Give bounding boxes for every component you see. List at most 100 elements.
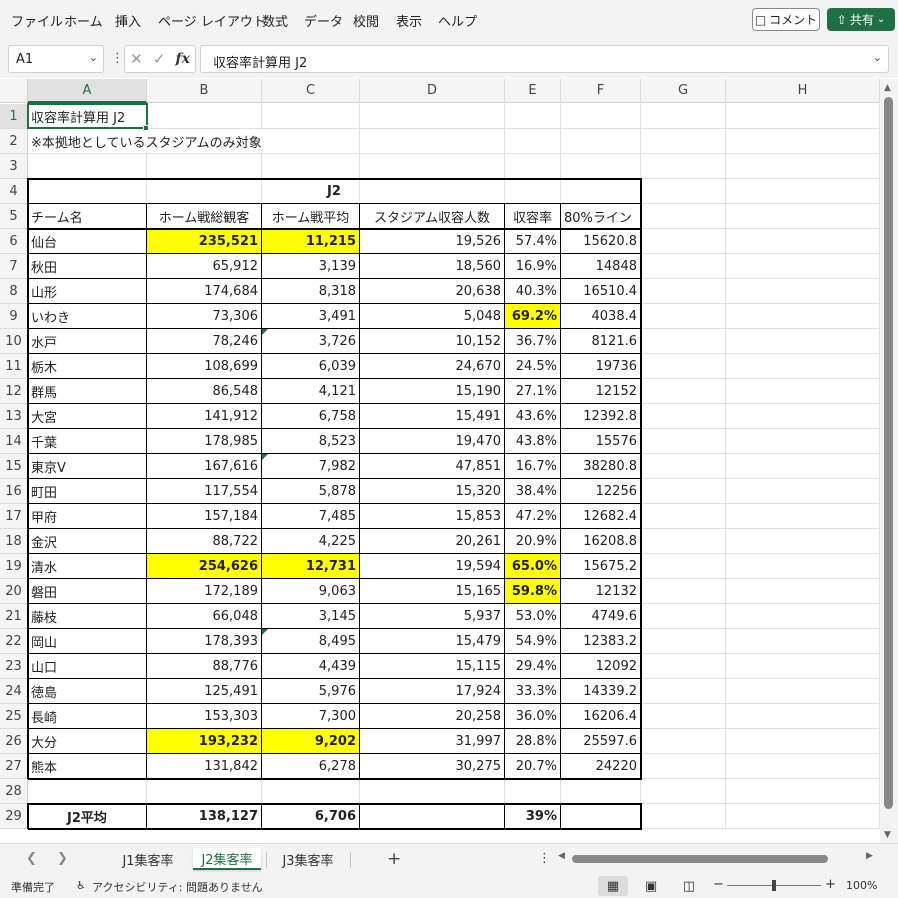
stadium-capacity[interactable]: 10,152 (360, 329, 505, 354)
row-header-11[interactable]: 11 (0, 354, 28, 379)
grid-cell[interactable] (726, 529, 880, 554)
horizontal-scroll-thumb[interactable] (572, 855, 828, 863)
eighty-percent-line[interactable]: 12132 (561, 579, 641, 604)
team-name[interactable]: 千葉 (28, 429, 147, 454)
home-total-attendance[interactable]: 117,554 (147, 479, 262, 504)
team-name[interactable]: 徳島 (28, 679, 147, 704)
sheet-tab-j2[interactable]: J2集客率 (193, 848, 261, 870)
grid-cell[interactable] (726, 404, 880, 429)
sheet-tab-j3[interactable]: J3集客率 (271, 848, 345, 870)
grid-cell[interactable] (726, 154, 880, 179)
home-average-attendance[interactable]: 5,976 (262, 679, 360, 704)
grid-cell[interactable] (28, 779, 147, 804)
more-vertical-icon[interactable]: ⋮ (538, 851, 551, 866)
grid-cell[interactable] (726, 329, 880, 354)
accessibility-icon[interactable]: ♿ (76, 879, 86, 892)
capacity-rate[interactable]: 65.0% (505, 554, 561, 579)
eighty-percent-line[interactable]: 12092 (561, 654, 641, 679)
capacity-rate[interactable]: 20.9% (505, 529, 561, 554)
eighty-percent-line[interactable]: 16510.4 (561, 279, 641, 304)
grid-cell[interactable] (505, 104, 561, 129)
row-header-28[interactable]: 28 (0, 779, 28, 804)
scroll-up-icon[interactable]: ▲ (884, 83, 891, 93)
home-average-attendance[interactable]: 4,121 (262, 379, 360, 404)
menu-insert[interactable]: 挿入 (115, 11, 141, 30)
home-total-attendance[interactable]: 193,232 (147, 729, 262, 754)
grid-cell[interactable] (726, 579, 880, 604)
eighty-percent-line[interactable]: 19736 (561, 354, 641, 379)
home-total-attendance[interactable]: 88,722 (147, 529, 262, 554)
home-total-attendance[interactable]: 73,306 (147, 304, 262, 329)
stadium-capacity[interactable]: 18,560 (360, 254, 505, 279)
zoom-in-icon[interactable]: + (825, 877, 836, 892)
team-name[interactable]: 山形 (28, 279, 147, 304)
normal-view-button[interactable]: ▦ (598, 876, 628, 896)
grid-cell[interactable] (505, 129, 561, 154)
grid-cell[interactable] (360, 129, 505, 154)
average-capacity[interactable] (360, 804, 505, 829)
average-label[interactable]: J2平均 (28, 804, 147, 829)
home-total-attendance[interactable]: 157,184 (147, 504, 262, 529)
stadium-capacity[interactable]: 17,924 (360, 679, 505, 704)
team-name[interactable]: 栃木 (28, 354, 147, 379)
team-name[interactable]: 岡山 (28, 629, 147, 654)
home-average-attendance[interactable]: 8,523 (262, 429, 360, 454)
grid-cell[interactable] (726, 354, 880, 379)
grid-cell[interactable] (641, 279, 726, 304)
stadium-capacity[interactable]: 47,851 (360, 454, 505, 479)
column-header-h[interactable]: H (726, 79, 880, 103)
row-header-24[interactable]: 24 (0, 679, 28, 704)
stadium-capacity[interactable]: 15,190 (360, 379, 505, 404)
grid-cell[interactable] (726, 279, 880, 304)
page-layout-view-button[interactable]: ▣ (636, 876, 666, 896)
row-header-12[interactable]: 12 (0, 379, 28, 404)
home-total-attendance[interactable]: 65,912 (147, 254, 262, 279)
grid-cell[interactable] (641, 179, 726, 204)
grid-cell[interactable] (147, 779, 262, 804)
capacity-rate[interactable]: 27.1% (505, 379, 561, 404)
vertical-scrollbar[interactable]: ▲ ▼ (880, 79, 898, 843)
menu-review[interactable]: 校閲 (353, 11, 379, 30)
grid-cell[interactable] (726, 779, 880, 804)
team-name[interactable]: 水戸 (28, 329, 147, 354)
home-average-attendance[interactable]: 5,878 (262, 479, 360, 504)
stadium-capacity[interactable]: 5,937 (360, 604, 505, 629)
grid-cell[interactable] (360, 779, 505, 804)
column-header-f[interactable]: F (561, 79, 641, 103)
accessibility-status[interactable]: アクセシビリティ: 問題ありません (92, 879, 263, 895)
stadium-capacity[interactable]: 31,997 (360, 729, 505, 754)
grid-cell[interactable] (641, 704, 726, 729)
comment-button[interactable]: □ コメント (752, 8, 820, 31)
grid-cell[interactable] (641, 504, 726, 529)
grid-cell[interactable] (641, 779, 726, 804)
grid-cell[interactable] (505, 779, 561, 804)
table-header-6[interactable]: 80%ライン (561, 204, 641, 229)
team-name[interactable]: 山口 (28, 654, 147, 679)
table-header-5[interactable]: 収容率 (505, 204, 561, 229)
column-header-b[interactable]: B (147, 79, 262, 103)
home-total-attendance[interactable]: 131,842 (147, 754, 262, 779)
grid-cell[interactable] (360, 154, 505, 179)
menu-help[interactable]: ヘルプ (438, 11, 477, 30)
eighty-percent-line[interactable]: 14339.2 (561, 679, 641, 704)
eighty-percent-line[interactable]: 4749.6 (561, 604, 641, 629)
eighty-percent-line[interactable]: 12256 (561, 479, 641, 504)
home-average-attendance[interactable]: 3,726 (262, 329, 360, 354)
stadium-capacity[interactable]: 30,275 (360, 754, 505, 779)
menu-home[interactable]: ホーム (64, 11, 103, 30)
team-name[interactable]: 東京V (28, 454, 147, 479)
grid-cell[interactable] (641, 379, 726, 404)
grid-cell[interactable] (726, 254, 880, 279)
grid-cell[interactable] (641, 204, 726, 229)
home-average-attendance[interactable]: 7,982 (262, 454, 360, 479)
chevron-down-icon[interactable]: ⌄ (873, 51, 882, 64)
capacity-rate[interactable]: 16.9% (505, 254, 561, 279)
grid-cell[interactable] (726, 454, 880, 479)
grid-cell[interactable] (641, 604, 726, 629)
capacity-rate[interactable]: 59.8% (505, 579, 561, 604)
prev-sheet-icon[interactable]: ❮ (26, 851, 37, 866)
grid-cell[interactable] (505, 154, 561, 179)
grid-cell[interactable] (641, 354, 726, 379)
team-name[interactable]: 大宮 (28, 404, 147, 429)
row-header-3[interactable]: 3 (0, 154, 28, 179)
